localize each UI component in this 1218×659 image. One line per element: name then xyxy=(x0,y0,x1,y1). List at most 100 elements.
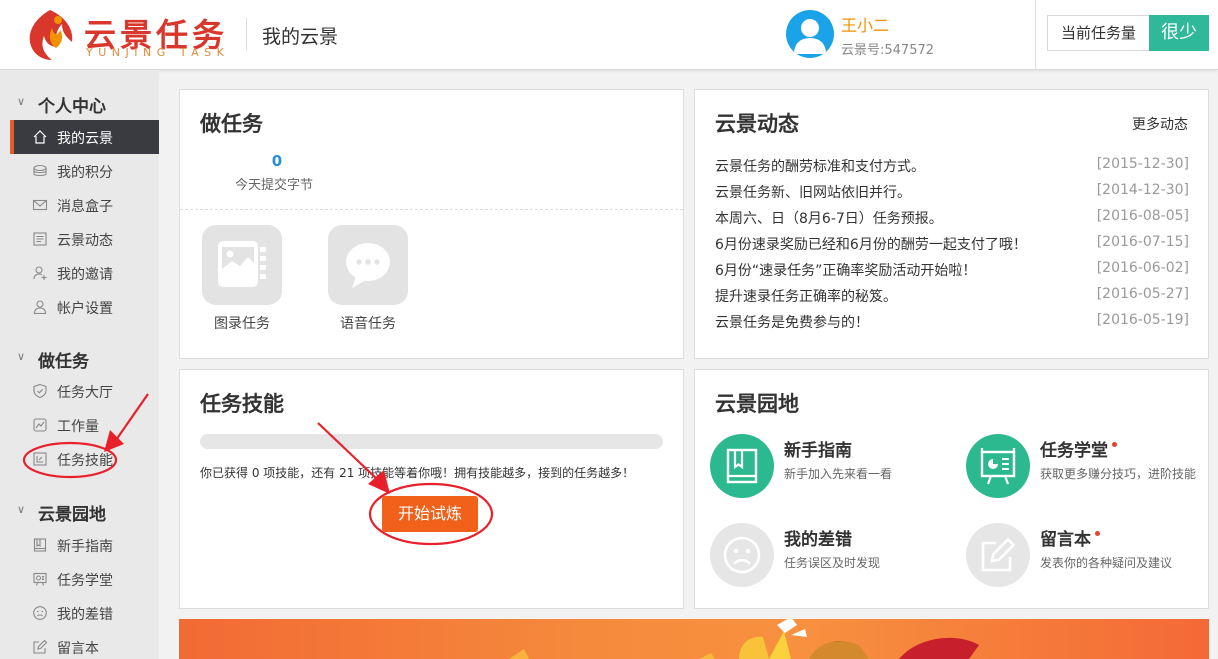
sidebar-item-label: 帐户设置 xyxy=(57,301,113,317)
start-trial-button[interactable]: 开始试炼 xyxy=(382,496,478,532)
garden-icon-circle xyxy=(966,523,1030,587)
speech-task-button[interactable] xyxy=(328,225,408,305)
flame-logo-icon xyxy=(29,10,73,60)
shield-icon xyxy=(33,383,47,399)
speech-task-label[interactable]: 语音任务 xyxy=(323,313,413,333)
do-task-card: 做任务 0 今天提交字节 图录任务 语音任务 xyxy=(179,89,684,359)
news-item[interactable]: 提升速录任务正确率的秘笈。 [2016-05-27] xyxy=(715,283,1189,309)
sidebar-item-label: 我的云景 xyxy=(57,131,113,147)
task-volume-label: 当前任务量 xyxy=(1047,15,1149,51)
sidebar-item-account-settings[interactable]: 帐户设置 xyxy=(10,290,159,324)
coins-icon xyxy=(33,164,47,177)
sidebar-item-label: 工作量 xyxy=(57,419,99,435)
skill-progress-bar xyxy=(200,434,663,449)
news-title[interactable]: 云景任务新、旧网站依旧并行。 xyxy=(715,182,911,202)
garden-item-title[interactable]: 新手指南 xyxy=(784,436,852,461)
sidebar-item-my-points[interactable]: 我的积分 xyxy=(10,154,159,188)
sidebar-item-news[interactable]: 云景动态 xyxy=(10,222,159,256)
board-icon xyxy=(980,448,1016,485)
garden-item-desc: 获取更多赚分技巧，进阶技能 xyxy=(1040,467,1197,481)
news-item[interactable]: 6月份“速录任务”正确率奖励活动开始啦！ [2016-06-02] xyxy=(715,257,1189,283)
sidebar-item-label: 我的邀请 xyxy=(57,267,113,283)
sidebar-item-task-skills[interactable]: 任务技能 xyxy=(10,442,159,476)
sidebar-item-label: 消息盒子 xyxy=(57,199,113,215)
sidebar-group-garden[interactable]: ∨ 云景园地 xyxy=(0,494,159,528)
news-item[interactable]: 6月份速录奖励已经和6月份的酬劳一起支付了哦！ [2016-07-15] xyxy=(715,231,1189,257)
sad-face-icon xyxy=(33,606,47,620)
card-title: 云景动态 xyxy=(715,112,799,136)
card-title: 任务技能 xyxy=(200,392,284,416)
sad-face-icon xyxy=(723,536,761,574)
chevron-down-icon: ∨ xyxy=(17,95,26,108)
garden-item-guestbook[interactable]: 留言本 发表你的各种疑问及建议 xyxy=(966,523,1206,593)
book-icon xyxy=(726,448,758,484)
header: 云景任务 YUNJING TASK 我的云景 王小二 云景号:547572 当前… xyxy=(0,0,1218,70)
card-title: 云景园地 xyxy=(715,392,799,416)
sidebar-item-my-errors[interactable]: 我的差错 xyxy=(10,596,159,630)
sidebar-item-label: 新手指南 xyxy=(57,539,113,555)
garden-item-title[interactable]: 我的差错 xyxy=(784,525,852,550)
sidebar-item-invites[interactable]: 我的邀请 xyxy=(10,256,159,290)
chart-icon xyxy=(33,418,47,432)
image-entry-task-label[interactable]: 图录任务 xyxy=(197,313,287,333)
more-news-link[interactable]: 更多动态 xyxy=(1132,114,1188,134)
garden-item-title-text[interactable]: 留言本 xyxy=(1040,530,1091,550)
news-date: [2014-12-30] xyxy=(1096,182,1189,198)
sidebar-item-messages[interactable]: 消息盒子 xyxy=(10,188,159,222)
sidebar-item-my-yunjing[interactable]: 我的云景 xyxy=(10,120,159,154)
garden-item-title-text[interactable]: 任务学堂 xyxy=(1040,441,1108,461)
garden-item-desc: 任务误区及时发现 xyxy=(784,556,881,570)
sidebar-item-workload[interactable]: 工作量 xyxy=(10,408,159,442)
garden-item-title[interactable]: 留言本 xyxy=(1040,525,1100,550)
task-volume-box: 当前任务量 很少 xyxy=(1035,0,1218,69)
promo-banner[interactable] xyxy=(179,619,1209,659)
sidebar-item-label: 留言本 xyxy=(57,641,99,657)
news-icon xyxy=(33,232,47,246)
board-icon xyxy=(33,572,47,586)
new-dot-badge xyxy=(1095,531,1100,536)
news-item[interactable]: 云景任务的酬劳标准和支付方式。 [2015-12-30] xyxy=(715,153,1189,179)
sidebar-group-personal[interactable]: ∨ 个人中心 xyxy=(0,86,159,120)
chevron-down-icon: ∨ xyxy=(17,503,26,516)
garden-item-task-school[interactable]: 任务学堂 获取更多赚分技巧，进阶技能 xyxy=(966,434,1206,504)
news-item[interactable]: 云景任务新、旧网站依旧并行。 [2014-12-30] xyxy=(715,179,1189,205)
news-title[interactable]: 提升速录任务正确率的秘笈。 xyxy=(715,286,897,306)
garden-item-title[interactable]: 任务学堂 xyxy=(1040,436,1117,461)
news-item[interactable]: 云景任务是免费参与的！ [2016-05-19] xyxy=(715,309,1189,335)
garden-item-desc: 新手加入先来看一看 xyxy=(784,467,893,481)
news-title[interactable]: 6月份“速录任务”正确率奖励活动开始啦！ xyxy=(715,260,976,280)
image-entry-task-button[interactable] xyxy=(202,225,282,305)
sidebar-item-guestbook[interactable]: 留言本 xyxy=(10,630,159,659)
sidebar-item-task-school[interactable]: 任务学堂 xyxy=(10,562,159,596)
page-title: 我的云景 xyxy=(262,26,339,48)
news-date: [2015-12-30] xyxy=(1096,156,1189,172)
user-name[interactable]: 王小二 xyxy=(841,12,889,36)
garden-icon-circle xyxy=(710,434,774,498)
edit-icon xyxy=(33,639,48,654)
garden-item-beginner-guide[interactable]: 新手指南 新手加入先来看一看 xyxy=(710,434,950,504)
user-id: 云景号:547572 xyxy=(841,43,935,58)
news-title[interactable]: 6月份速录奖励已经和6月份的酬劳一起支付了哦！ xyxy=(715,234,1027,254)
logo[interactable]: 云景任务 YUNJING TASK xyxy=(22,6,232,62)
sidebar-item-label: 任务大厅 xyxy=(57,385,113,401)
dashed-divider xyxy=(180,209,683,210)
avatar[interactable] xyxy=(786,10,834,58)
news-date: [2016-06-02] xyxy=(1096,260,1189,276)
garden-item-my-errors[interactable]: 我的差错 任务误区及时发现 xyxy=(710,523,950,593)
image-entry-icon xyxy=(218,241,266,287)
news-title[interactable]: 本周六、日（8月6-7日）任务预报。 xyxy=(715,208,943,228)
news-title[interactable]: 云景任务的酬劳标准和支付方式。 xyxy=(715,156,925,176)
sidebar-group-title: 云景园地 xyxy=(38,505,106,525)
news-item[interactable]: 本周六、日（8月6-7日）任务预报。 [2016-08-05] xyxy=(715,205,1189,231)
sidebar-item-beginner-guide[interactable]: 新手指南 xyxy=(10,528,159,562)
sidebar-group-title: 做任务 xyxy=(38,352,89,372)
news-card: 云景动态 更多动态 云景任务的酬劳标准和支付方式。 [2015-12-30] 云… xyxy=(694,89,1209,359)
sidebar-group-do-task[interactable]: ∨ 做任务 xyxy=(0,341,159,375)
card-title: 做任务 xyxy=(200,112,263,136)
header-divider xyxy=(246,18,247,50)
sidebar-item-label: 我的积分 xyxy=(57,165,113,181)
sidebar-item-task-hall[interactable]: 任务大厅 xyxy=(10,374,159,408)
sidebar-item-label: 任务技能 xyxy=(57,453,113,469)
news-title[interactable]: 云景任务是免费参与的！ xyxy=(715,312,869,332)
sidebar-item-label: 云景动态 xyxy=(57,233,113,249)
